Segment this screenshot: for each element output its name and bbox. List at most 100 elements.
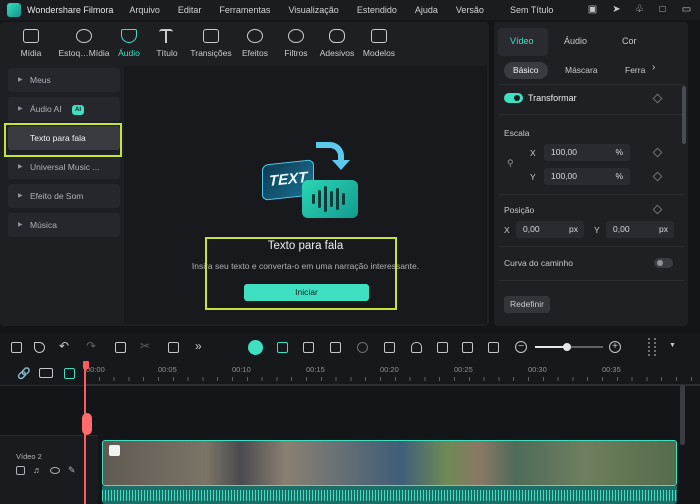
sidebar-item-universal-music[interactable]: ▶ Universal Music ... bbox=[8, 155, 120, 179]
folder-icon[interactable] bbox=[16, 466, 25, 475]
add-track-icon[interactable] bbox=[39, 368, 53, 378]
scale-x-field[interactable]: 100,00 % bbox=[544, 144, 630, 161]
scale-x-axis-label: X bbox=[530, 148, 536, 158]
redo-icon[interactable]: ↷ bbox=[86, 339, 96, 353]
pos-x-field[interactable]: 0,00 px bbox=[516, 221, 584, 238]
scale-label: Escala bbox=[504, 128, 530, 138]
crop-icon[interactable] bbox=[168, 342, 179, 353]
snap-icon[interactable] bbox=[248, 340, 263, 355]
menu-ajuda[interactable]: Ajuda bbox=[415, 5, 438, 15]
undo-icon[interactable]: ↶ bbox=[59, 339, 69, 353]
window-icon[interactable]: ▭ bbox=[680, 3, 693, 16]
lock-track-icon[interactable]: ✎ bbox=[68, 465, 76, 476]
menu-estendido[interactable]: Estendido bbox=[357, 5, 397, 15]
highlight-box-sidebar bbox=[4, 123, 122, 157]
tab-templates[interactable]: Modelos bbox=[358, 22, 400, 64]
track-manager-icon[interactable] bbox=[64, 368, 75, 379]
tab-filters-label: Filtros bbox=[284, 48, 308, 58]
menu-arquivo[interactable]: Arquivo bbox=[129, 5, 160, 15]
chevron-right-icon[interactable]: › bbox=[652, 62, 655, 73]
keyframe-diamond-icon[interactable] bbox=[652, 204, 663, 215]
zoom-in-icon[interactable]: + bbox=[609, 341, 621, 353]
lock-icon[interactable]: ⚲ bbox=[507, 158, 514, 169]
audio-waveform[interactable] bbox=[102, 486, 677, 504]
subtab-mask[interactable]: Máscara bbox=[556, 62, 607, 79]
menu-ferramentas[interactable]: Ferramentas bbox=[219, 5, 270, 15]
ruler-label: 00:10 bbox=[232, 365, 251, 374]
menu-visualizacao[interactable]: Visualização bbox=[288, 5, 338, 15]
tab-media-label: Mídia bbox=[20, 48, 42, 58]
select-tool-icon[interactable] bbox=[34, 342, 45, 353]
gift-icon[interactable]: ▣ bbox=[586, 3, 599, 16]
reset-button[interactable]: Redefinir bbox=[504, 296, 550, 313]
tab-media[interactable]: Mídia bbox=[6, 22, 56, 64]
tab-audio[interactable]: Áudio bbox=[112, 22, 146, 64]
zoom-slider[interactable] bbox=[535, 343, 603, 351]
sidebar-item-label: Meus bbox=[30, 75, 51, 85]
scrollbar[interactable] bbox=[682, 86, 686, 144]
color-match-icon[interactable] bbox=[384, 342, 395, 353]
tab-filters[interactable]: Filtros bbox=[276, 22, 316, 64]
tab-audio-props[interactable]: Áudio bbox=[564, 36, 587, 46]
menu-editar[interactable]: Editar bbox=[178, 5, 202, 15]
render-icon[interactable] bbox=[488, 342, 499, 353]
sidebar-item-meus[interactable]: ▶ Meus bbox=[8, 68, 120, 92]
zoom-slider-handle[interactable] bbox=[563, 343, 571, 351]
marker-icon[interactable] bbox=[277, 342, 288, 353]
record-icon[interactable] bbox=[357, 342, 368, 353]
layout-icon[interactable] bbox=[11, 342, 22, 353]
zoom-out-icon[interactable]: − bbox=[515, 341, 527, 353]
sidebar-item-audio-ai[interactable]: ▶ Áudio AI AI bbox=[8, 97, 120, 121]
app-name: Wondershare Filmora bbox=[27, 5, 114, 15]
scale-y-field[interactable]: 100,00 % bbox=[544, 168, 630, 185]
filmora-logo-icon bbox=[7, 3, 21, 17]
transform-toggle[interactable] bbox=[504, 93, 523, 103]
speaker-icon[interactable]: ♬ bbox=[33, 465, 42, 475]
scene-detect-icon[interactable] bbox=[330, 342, 341, 353]
keyframe-diamond-icon[interactable] bbox=[652, 171, 663, 182]
tab-stickers[interactable]: Adesivos bbox=[316, 22, 358, 64]
chevron-down-icon[interactable]: ▼ bbox=[669, 342, 676, 349]
timeline-scrollbar[interactable] bbox=[680, 385, 685, 445]
more-tools-icon[interactable]: » bbox=[195, 339, 202, 353]
playhead-marker[interactable] bbox=[82, 413, 92, 435]
tab-stock-media[interactable]: Estoq…Mídia bbox=[56, 22, 112, 64]
video-clip[interactable] bbox=[102, 440, 677, 486]
ruler-ticks bbox=[84, 377, 700, 381]
send-icon[interactable]: ➤ bbox=[610, 3, 623, 16]
pip-icon[interactable] bbox=[462, 342, 473, 353]
auto-ripple-icon[interactable] bbox=[303, 342, 314, 353]
track-label: Vídeo 2 bbox=[16, 452, 42, 461]
time-ruler[interactable]: 00:00 00:05 00:10 00:15 00:20 00:25 00:3… bbox=[84, 361, 700, 385]
tab-effects[interactable]: Efeitos bbox=[234, 22, 276, 64]
keyframe-diamond-icon[interactable] bbox=[652, 147, 663, 158]
account-icon[interactable]: □ bbox=[656, 3, 669, 16]
tab-title[interactable]: Título bbox=[146, 22, 188, 64]
ruler-label: 00:35 bbox=[602, 365, 621, 374]
pos-x-axis-label: X bbox=[504, 225, 510, 235]
pos-y-field[interactable]: 0,00 px bbox=[606, 221, 674, 238]
bell-icon[interactable]: ♧ bbox=[633, 3, 646, 16]
tab-effects-label: Efeitos bbox=[242, 48, 268, 58]
sidebar-item-efeito-de-som[interactable]: ▶ Efeito de Som bbox=[8, 184, 120, 208]
menu-versao[interactable]: Versão bbox=[456, 5, 484, 15]
subtab-tools[interactable]: Ferra bbox=[616, 62, 648, 79]
sidebar-item-musica[interactable]: ▶ Música bbox=[8, 213, 120, 237]
tab-transitions[interactable]: Transições bbox=[188, 22, 234, 64]
eye-icon[interactable] bbox=[50, 467, 60, 474]
link-icon[interactable]: 🔗 bbox=[17, 367, 31, 380]
ruler-label: 00:30 bbox=[528, 365, 547, 374]
keyframe-diamond-icon[interactable] bbox=[652, 93, 663, 104]
sidebar-item-label: Universal Music ... bbox=[30, 162, 100, 172]
voiceover-icon[interactable] bbox=[437, 342, 448, 353]
scissors-icon[interactable]: ✂ bbox=[140, 339, 150, 353]
delete-icon[interactable] bbox=[115, 342, 126, 353]
microphone-icon[interactable] bbox=[411, 342, 422, 353]
subtab-basic[interactable]: Básico bbox=[504, 62, 548, 79]
path-curve-toggle[interactable] bbox=[654, 258, 673, 268]
sidebar-item-label: Efeito de Som bbox=[30, 191, 84, 201]
scale-x-unit: % bbox=[615, 147, 623, 157]
tab-video[interactable]: Vídeo bbox=[510, 36, 534, 46]
tab-color[interactable]: Cor bbox=[622, 36, 637, 46]
playhead-handle[interactable] bbox=[83, 361, 89, 369]
